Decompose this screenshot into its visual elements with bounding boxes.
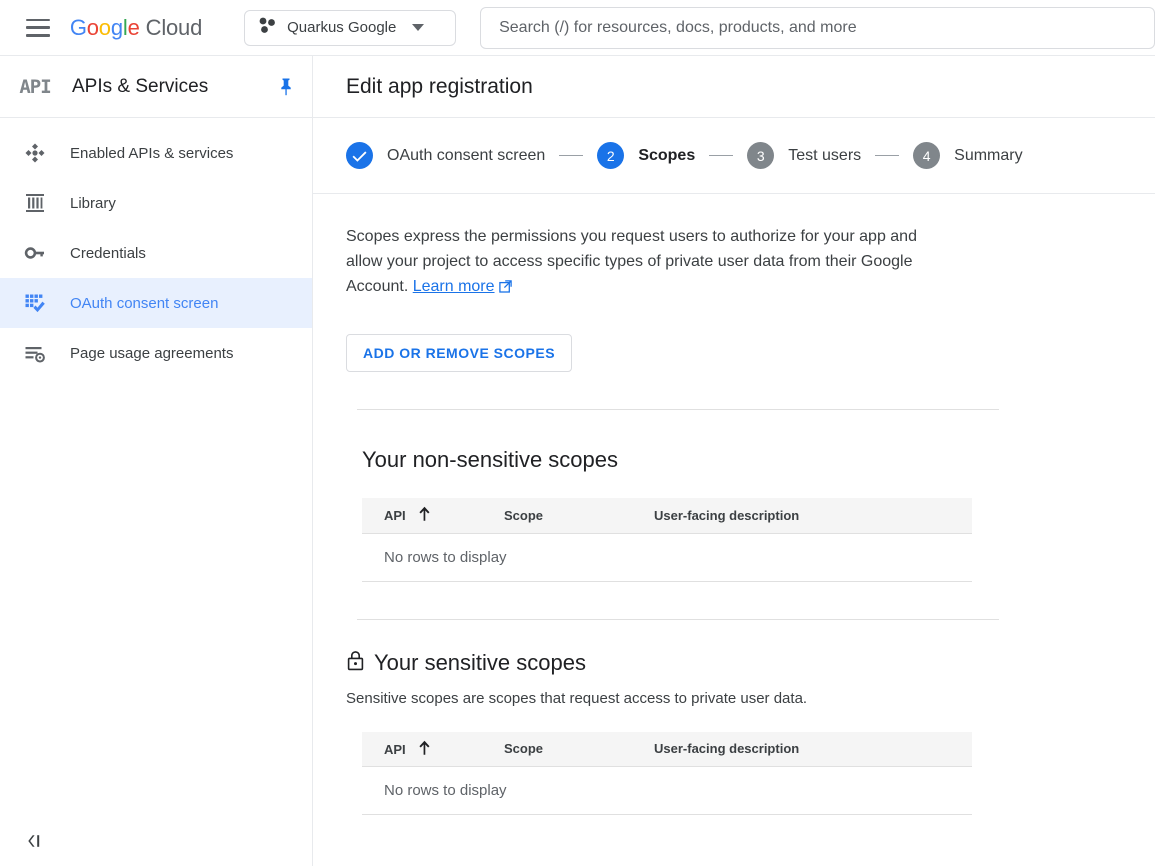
- step-connector: [875, 154, 900, 157]
- page-header: Edit app registration: [313, 56, 1155, 118]
- scopes-section: Scopes express the permissions you reque…: [313, 194, 1155, 815]
- page-agreements-icon: [22, 340, 48, 366]
- pin-icon[interactable]: [276, 76, 296, 98]
- sensitive-scopes-table: API Scope User-facing description No row…: [362, 731, 972, 815]
- sidebar-item-label: OAuth consent screen: [70, 294, 219, 312]
- step-badge-active: 2: [597, 142, 625, 169]
- scopes-description: Scopes express the permissions you reque…: [346, 224, 946, 301]
- step-badge-todo: 3: [747, 142, 775, 169]
- sidebar-nav: Enabled APIs & services Library Credenti…: [0, 118, 312, 378]
- table-header-row: API Scope User-facing description: [362, 731, 972, 767]
- step-label: Test users: [788, 146, 862, 164]
- table-empty-row: No rows to display: [362, 533, 972, 582]
- logo-letter: o: [98, 14, 111, 40]
- search-input[interactable]: [497, 17, 1138, 38]
- step-label: Summary: [954, 146, 1023, 164]
- logo-letter: g: [110, 14, 123, 40]
- empty-state-text: No rows to display: [362, 766, 972, 815]
- sidebar-item-label: Page usage agreements: [70, 344, 234, 362]
- sensitive-scopes-heading: Your sensitive scopes: [346, 650, 1155, 677]
- wizard-stepper: OAuth consent screen 2 Scopes 3 Test use…: [313, 118, 1155, 194]
- column-header-scope[interactable]: Scope: [482, 731, 632, 767]
- table-header-row: API Scope User-facing description: [362, 498, 972, 534]
- step-summary[interactable]: 4 Summary: [913, 142, 1023, 169]
- consent-screen-icon: [22, 290, 48, 316]
- library-icon: [22, 190, 48, 216]
- step-badge-done: [346, 142, 373, 169]
- table-empty-row: No rows to display: [362, 766, 972, 815]
- step-label: Scopes: [638, 146, 696, 164]
- column-header-api[interactable]: API: [362, 498, 482, 534]
- column-label: API: [384, 508, 406, 524]
- google-cloud-logo[interactable]: Go o g l e Cloud: [70, 15, 202, 41]
- project-hexagons-icon: [258, 17, 277, 39]
- logo-cloud-text: Cloud: [145, 14, 203, 40]
- step-test-users[interactable]: 3 Test users: [747, 142, 861, 169]
- sidebar-title: APIs & Services: [72, 75, 209, 97]
- step-connector: [559, 154, 584, 157]
- sensitive-scopes-title: Your sensitive scopes: [374, 650, 586, 675]
- step-badge-todo: 4: [913, 142, 941, 169]
- sidebar-item-label: Credentials: [70, 244, 146, 262]
- hamburger-menu-icon[interactable]: [26, 18, 50, 37]
- column-header-api[interactable]: API: [362, 731, 482, 767]
- project-selector[interactable]: Quarkus Google: [244, 9, 457, 46]
- column-label: API: [384, 741, 406, 757]
- step-connector: [709, 154, 734, 157]
- column-header-user-facing-description[interactable]: User-facing description: [632, 498, 972, 534]
- learn-more-link[interactable]: Learn more: [413, 278, 495, 295]
- sidebar-item-label: Library: [70, 194, 116, 212]
- project-name: Quarkus Google: [287, 19, 397, 36]
- step-scopes[interactable]: 2 Scopes: [597, 142, 695, 169]
- chevron-down-icon: [412, 24, 425, 31]
- sidebar-item-library[interactable]: Library: [0, 178, 312, 228]
- sidebar-item-page-usage-agreements[interactable]: Page usage agreements: [0, 328, 312, 378]
- column-header-user-facing-description[interactable]: User-facing description: [632, 731, 972, 767]
- external-link-icon[interactable]: [498, 276, 512, 301]
- sort-ascending-arrow-icon: [418, 740, 431, 758]
- sensitive-scopes-subtitle: Sensitive scopes are scopes that request…: [346, 689, 808, 707]
- sidebar-header: API APIs & Services: [0, 56, 312, 118]
- sidebar-item-label: Enabled APIs & services: [70, 144, 234, 162]
- step-oauth-consent-screen[interactable]: OAuth consent screen: [346, 142, 545, 169]
- page-title: Edit app registration: [346, 74, 533, 98]
- logo-letter: o: [86, 14, 99, 40]
- logo-letter: e: [127, 14, 140, 40]
- sidebar-item-oauth-consent-screen[interactable]: OAuth consent screen: [0, 278, 312, 328]
- collapse-panel-icon[interactable]: [22, 828, 48, 854]
- lock-icon: [346, 650, 365, 677]
- column-header-scope[interactable]: Scope: [482, 498, 632, 534]
- search-bar[interactable]: [480, 6, 1155, 49]
- logo-letter: G: [69, 14, 87, 40]
- top-bar: Go o g l e Cloud Quarkus Google: [0, 0, 1155, 56]
- api-logo: API: [19, 75, 51, 98]
- key-icon: [22, 240, 48, 266]
- non-sensitive-scopes-heading: Your non-sensitive scopes: [362, 447, 1155, 473]
- empty-state-text: No rows to display: [362, 533, 972, 582]
- sidebar-item-credentials[interactable]: Credentials: [0, 228, 312, 278]
- api-dashboard-icon: [22, 140, 48, 166]
- non-sensitive-scopes-title: Your non-sensitive scopes: [362, 447, 619, 472]
- step-label: OAuth consent screen: [387, 146, 546, 164]
- sidebar-item-enabled-apis[interactable]: Enabled APIs & services: [0, 128, 312, 178]
- add-or-remove-scopes-button[interactable]: ADD OR REMOVE SCOPES: [346, 334, 573, 372]
- sort-ascending-arrow-icon: [418, 506, 431, 524]
- main-content: Edit app registration OAuth consent scre…: [313, 56, 1155, 866]
- non-sensitive-scopes-table: API Scope User-facing description No row…: [362, 498, 972, 582]
- sidebar: API APIs & Services Enabled APIs & servi…: [0, 56, 313, 866]
